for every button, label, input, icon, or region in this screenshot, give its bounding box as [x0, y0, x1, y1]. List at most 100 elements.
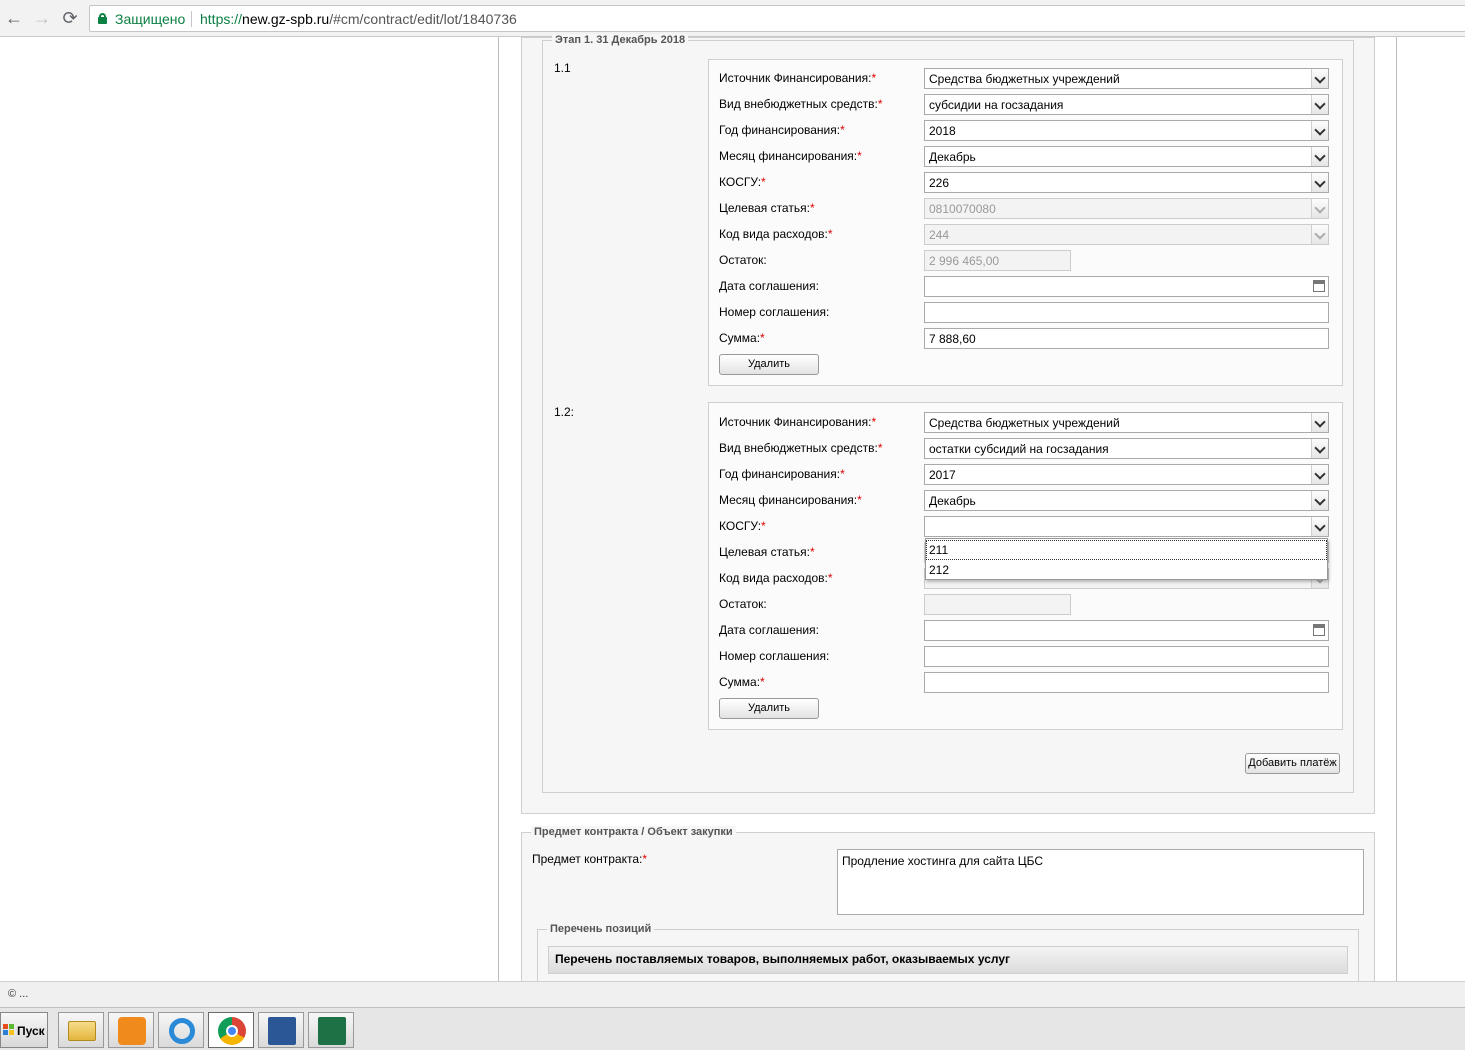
stage-legend: Этап 1. 31 Декабрь 2018	[552, 34, 689, 46]
field-label-month: Месяц финансирования:*	[719, 149, 862, 163]
taskbar: Пуск	[0, 1007, 1465, 1050]
chevron-down-icon[interactable]	[1311, 465, 1328, 484]
year-select[interactable]: 2018	[924, 120, 1329, 141]
target-select: 0810070080	[924, 198, 1329, 219]
expense-select: 244	[924, 224, 1329, 245]
chevron-down-icon[interactable]	[1311, 439, 1328, 458]
chevron-down-icon[interactable]	[1311, 173, 1328, 192]
pdf-icon	[118, 1017, 146, 1045]
folder-icon	[68, 1021, 96, 1041]
field-label-kosgu: КОСГУ:*	[719, 519, 766, 533]
kosgu-dropdown-list: 211 212	[925, 538, 1328, 580]
word-icon	[268, 1017, 296, 1045]
reload-icon[interactable]: ⟳	[58, 6, 82, 30]
browser-toolbar: ← → ⟳ Защищено https://new.gz-spb.ru/#cm…	[0, 0, 1465, 37]
field-label-expense: Код вида расходов:*	[719, 571, 833, 585]
taskbar-excel[interactable]	[308, 1012, 354, 1048]
payment-number: 1.2:	[554, 405, 575, 419]
field-label-agreement-date: Дата соглашения:	[719, 623, 819, 637]
month-select[interactable]: Декабрь	[924, 490, 1329, 511]
subject-textarea[interactable]: Продление хостинга для сайта ЦБС	[837, 849, 1364, 915]
chevron-down-icon	[1311, 199, 1328, 218]
source-select[interactable]: Средства бюджетных учреждений	[924, 412, 1329, 433]
field-label-source: Источник Финансирования:*	[719, 415, 877, 429]
chevron-down-icon[interactable]	[1311, 95, 1328, 114]
sum-field[interactable]	[924, 672, 1329, 693]
field-label-source: Источник Финансирования:*	[719, 71, 877, 85]
agreement-number-field[interactable]	[924, 302, 1329, 323]
sum-field[interactable]: 7 888,60	[924, 328, 1329, 349]
taskbar-chrome[interactable]	[208, 1012, 254, 1048]
taskbar-file-explorer[interactable]	[58, 1012, 104, 1048]
balance-field: 2 996 465,00	[924, 250, 1071, 271]
delete-payment-button[interactable]: Удалить	[719, 354, 819, 375]
field-label-kosgu: КОСГУ:*	[719, 175, 766, 189]
subject-legend: Предмет контракта / Объект закупки	[531, 826, 736, 838]
status-bar: © ...	[0, 981, 1465, 1007]
field-label-subject: Предмет контракта:*	[532, 852, 648, 866]
chevron-down-icon	[1311, 225, 1328, 244]
field-label-sum: Сумма:*	[719, 675, 765, 689]
field-label-year: Год финансирования:*	[719, 467, 845, 481]
field-label-agreement-number: Номер соглашения:	[719, 649, 830, 663]
agreement-date-field[interactable]	[924, 276, 1329, 297]
dropdown-option[interactable]: 212	[926, 560, 1327, 580]
field-label-expense: Код вида расходов:*	[719, 227, 833, 241]
month-select[interactable]: Декабрь	[924, 146, 1329, 167]
back-icon[interactable]: ←	[2, 6, 26, 30]
agreement-date-field[interactable]	[924, 620, 1329, 641]
omnibox-divider	[191, 11, 192, 27]
delete-payment-button[interactable]: Удалить	[719, 698, 819, 719]
offbudget-select[interactable]: субсидии на госзадания	[924, 94, 1329, 115]
excel-icon	[318, 1017, 346, 1045]
url-host: new.gz-spb.ru	[242, 11, 330, 27]
field-label-target: Целевая статья:*	[719, 201, 815, 215]
dropdown-option[interactable]: 211	[926, 540, 1327, 560]
secure-label: Защищено	[115, 11, 186, 27]
balance-field	[924, 594, 1071, 615]
lock-icon	[98, 13, 107, 24]
url-text[interactable]: https://new.gz-spb.ru/#cm/contract/edit/…	[200, 11, 517, 27]
chevron-down-icon[interactable]	[1311, 517, 1328, 536]
add-payment-button[interactable]: Добавить платёж	[1245, 753, 1340, 774]
taskbar-pdf-reader[interactable]	[108, 1012, 154, 1048]
chrome-icon	[218, 1017, 246, 1045]
chevron-down-icon[interactable]	[1311, 69, 1328, 88]
taskbar-internet-explorer[interactable]	[158, 1012, 204, 1048]
chevron-down-icon[interactable]	[1311, 491, 1328, 510]
chevron-down-icon[interactable]	[1311, 413, 1328, 432]
offbudget-select[interactable]: остатки субсидий на госзадания	[924, 438, 1329, 459]
field-label-agreement-number: Номер соглашения:	[719, 305, 830, 319]
start-button[interactable]: Пуск	[0, 1012, 48, 1048]
field-label-balance: Остаток:	[719, 253, 767, 267]
kosgu-select[interactable]: 226	[924, 172, 1329, 193]
url-scheme: https://	[200, 11, 243, 27]
url-path: /#cm/contract/edit/lot/1840736	[329, 11, 517, 27]
field-label-sum: Сумма:*	[719, 331, 765, 345]
calendar-icon[interactable]	[1313, 280, 1325, 292]
internet-explorer-icon	[169, 1018, 195, 1044]
field-label-offbudget: Вид внебюджетных средств:*	[719, 97, 883, 111]
field-label-offbudget: Вид внебюджетных средств:*	[719, 441, 883, 455]
positions-table-header: Перечень поставляемых товаров, выполняем…	[548, 946, 1348, 974]
agreement-number-field[interactable]	[924, 646, 1329, 667]
status-text: © ...	[8, 988, 29, 1000]
kosgu-select[interactable]	[924, 516, 1329, 537]
start-label: Пуск	[17, 1024, 45, 1038]
chevron-down-icon[interactable]	[1311, 147, 1328, 166]
calendar-icon[interactable]	[1313, 624, 1325, 636]
field-label-target: Целевая статья:*	[719, 545, 815, 559]
field-label-balance: Остаток:	[719, 597, 767, 611]
field-label-year: Год финансирования:*	[719, 123, 845, 137]
year-select[interactable]: 2017	[924, 464, 1329, 485]
forward-icon[interactable]: →	[30, 6, 54, 30]
windows-logo-icon	[3, 1024, 15, 1036]
address-bar[interactable]: Защищено https://new.gz-spb.ru/#cm/contr…	[89, 5, 1465, 32]
field-label-month: Месяц финансирования:*	[719, 493, 862, 507]
positions-legend: Перечень позиций	[547, 923, 655, 935]
source-select[interactable]: Средства бюджетных учреждений	[924, 68, 1329, 89]
payment-number: 1.1	[554, 61, 571, 75]
taskbar-word[interactable]	[258, 1012, 304, 1048]
chevron-down-icon[interactable]	[1311, 121, 1328, 140]
field-label-agreement-date: Дата соглашения:	[719, 279, 819, 293]
